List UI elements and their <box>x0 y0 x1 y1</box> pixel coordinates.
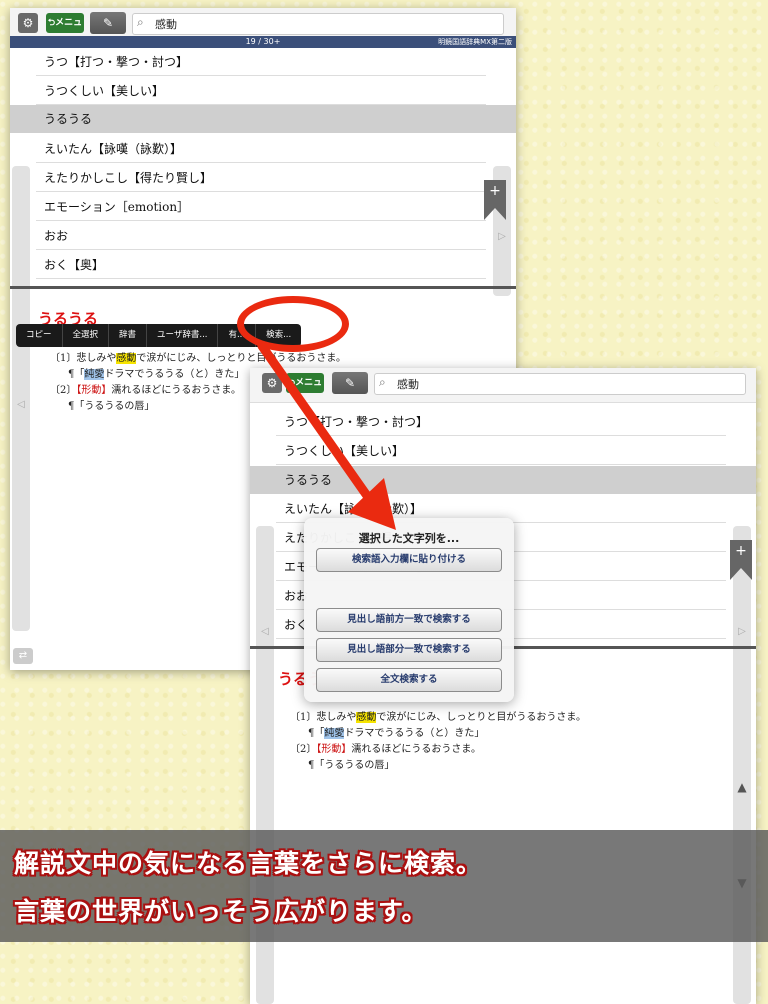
caption-line-2: 言葉の世界がいっそう広がります。 <box>14 897 428 926</box>
caption-line-1: 解説文中の気になる言葉をさらに検索。 <box>14 849 483 878</box>
caption-banner: 解説文中の気になる言葉をさらに検索。 言葉の世界がいっそう広がります。 <box>0 830 768 942</box>
